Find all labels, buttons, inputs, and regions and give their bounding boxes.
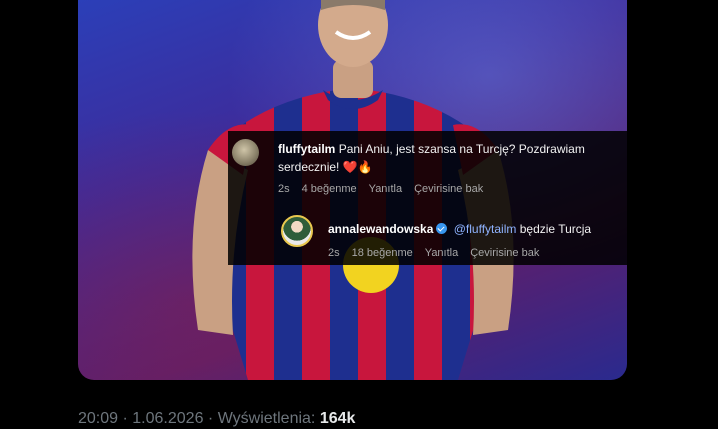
comment-meta: 2s 4 beğenme Yanıtla Çevirisine bak xyxy=(278,183,483,195)
reply-likes[interactable]: 18 beğenme xyxy=(352,247,413,259)
reply-button[interactable]: Yanıtla xyxy=(369,183,402,195)
reply-text: annalewandowska @fluffytailm będzie Turc… xyxy=(328,220,627,238)
separator: · xyxy=(122,410,128,427)
comments-overlay: fluffytailm Pani Aniu, jest szansa na Tu… xyxy=(228,131,627,265)
separator: · xyxy=(207,410,214,427)
fire-emoji: 🔥 xyxy=(357,160,373,174)
heart-emoji: ❤️ xyxy=(342,160,358,174)
replier-avatar[interactable] xyxy=(281,215,313,247)
views-label: Wyświetlenia: xyxy=(217,410,316,427)
comment-time: 2s xyxy=(278,183,290,195)
reply-mention[interactable]: @fluffytailm xyxy=(454,222,517,236)
post-date[interactable]: 1.06.2026 xyxy=(132,410,203,427)
post-meta-footer: 20:09 · 1.06.2026 · Wyświetlenia: 164k xyxy=(78,410,355,428)
commenter-avatar[interactable] xyxy=(232,139,259,166)
views-count[interactable]: 164k xyxy=(320,410,356,427)
reply-button[interactable]: Yanıtla xyxy=(425,247,458,259)
reply-meta: 2s 18 beğenme Yanıtla Çevirisine bak xyxy=(328,247,539,259)
reply-time: 2s xyxy=(328,247,340,259)
reply-body: będzie Turcja xyxy=(519,222,592,236)
post-image[interactable]: fluffytailm Pani Aniu, jest szansa na Tu… xyxy=(78,0,627,380)
translate-button[interactable]: Çevirisine bak xyxy=(470,247,539,259)
translate-button[interactable]: Çevirisine bak xyxy=(414,183,483,195)
verified-badge-icon xyxy=(436,223,448,234)
reply-username[interactable]: annalewandowska xyxy=(328,222,433,236)
comment-username[interactable]: fluffytailm xyxy=(278,142,335,156)
post-time[interactable]: 20:09 xyxy=(78,410,118,427)
comment-text: fluffytailm Pani Aniu, jest szansa na Tu… xyxy=(278,140,627,176)
comment-likes[interactable]: 4 beğenme xyxy=(302,183,357,195)
